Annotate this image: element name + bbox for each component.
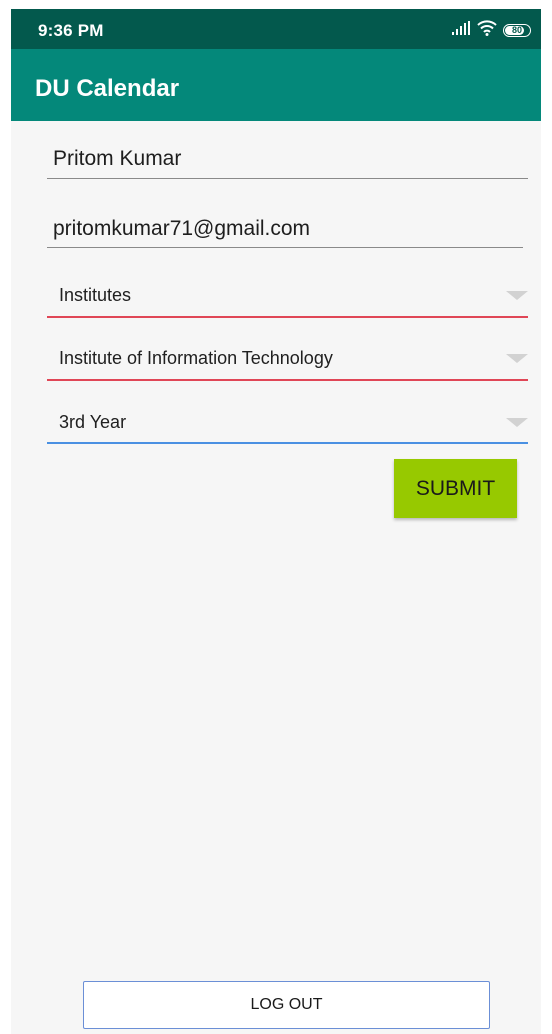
wifi-icon: [477, 19, 497, 41]
year-spinner-value: 3rd Year: [59, 412, 127, 432]
status-time: 9:36 PM: [38, 21, 104, 40]
department-spinner-value: Institute of Information Technology: [59, 348, 333, 368]
year-spinner[interactable]: 3rd Year: [47, 406, 528, 446]
logout-button[interactable]: LOG OUT: [83, 981, 490, 1029]
app-bar: DU Calendar: [11, 49, 541, 121]
status-icons: 80: [451, 19, 531, 41]
submit-button[interactable]: SUBMIT: [394, 459, 517, 518]
name-field[interactable]: Pritom Kumar: [47, 147, 528, 181]
name-field-underline: [47, 178, 528, 179]
email-field-underline: [47, 247, 523, 248]
signal-icon: [451, 20, 471, 40]
name-value: Pritom Kumar: [53, 147, 182, 170]
faculty-spinner[interactable]: Institutes: [47, 279, 528, 319]
app-screen: 9:36 PM 80 DU Calendar Pritom Kumar prit…: [11, 9, 541, 1034]
faculty-spinner-underline: [47, 316, 528, 318]
year-spinner-underline: [47, 442, 528, 444]
app-title: DU Calendar: [35, 75, 180, 102]
department-spinner[interactable]: Institute of Information Technology: [47, 342, 528, 382]
email-field[interactable]: pritomkumar71@gmail.com: [47, 217, 528, 253]
dropdown-arrow-icon: [506, 418, 528, 427]
email-value: pritomkumar71@gmail.com: [53, 217, 311, 240]
battery-level: 80: [511, 24, 522, 35]
faculty-spinner-value: Institutes: [59, 285, 132, 305]
dropdown-arrow-icon: [506, 354, 528, 363]
dropdown-arrow-icon: [506, 291, 528, 300]
battery-icon: 80: [503, 23, 531, 37]
department-spinner-underline: [47, 379, 528, 381]
status-bar: 9:36 PM 80: [11, 9, 541, 49]
